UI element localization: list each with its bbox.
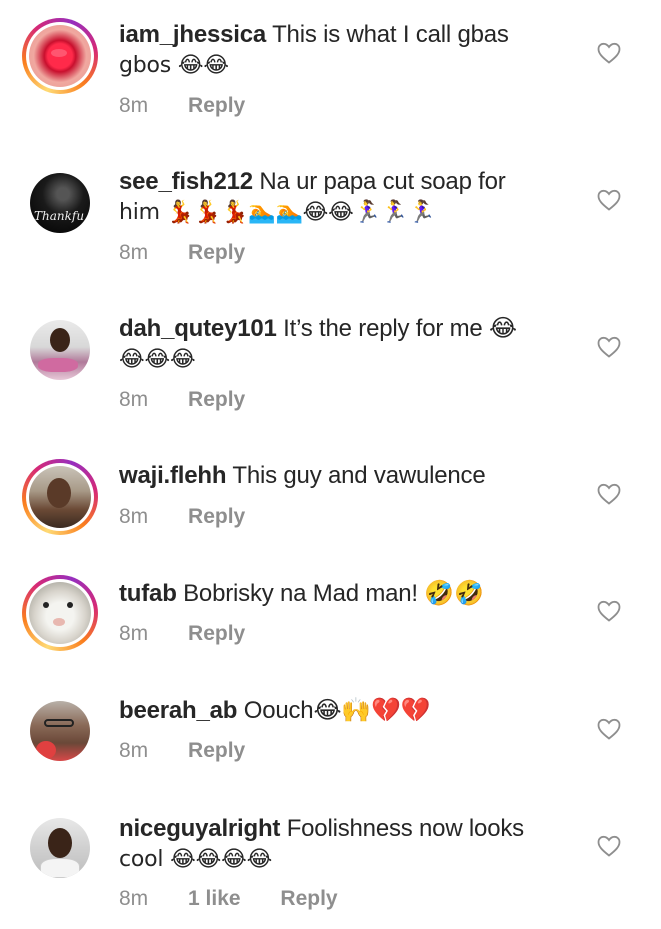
comment-body-line: This is what I call gbas (272, 21, 509, 48)
comment-body-line: It’s the reply for me 😂 (283, 315, 517, 342)
comment-meta: 8m Reply (119, 739, 279, 763)
comment-username[interactable]: see_fish212 (119, 168, 253, 195)
avatar[interactable] (22, 810, 98, 886)
comment-time: 8m (119, 622, 149, 645)
comment-time: 8m (119, 505, 149, 528)
reply-button[interactable]: Reply (188, 622, 245, 645)
comment-text: niceguyalright Foolishness now looks coo… (119, 814, 559, 875)
comment-meta: 8m Reply (119, 241, 279, 265)
comment-body-line: cool 😂😂😂😂 (119, 847, 273, 872)
avatar[interactable] (22, 18, 98, 94)
comment-body-line: Na ur papa cut soap for (259, 168, 506, 195)
heart-outline-icon[interactable] (597, 189, 621, 211)
reply-button[interactable]: Reply (280, 887, 337, 910)
reply-button[interactable]: Reply (188, 739, 245, 762)
avatar[interactable] (22, 459, 98, 535)
heart-outline-icon[interactable] (597, 336, 621, 358)
heart-outline-icon[interactable] (597, 42, 621, 64)
comment-username[interactable]: tufab (119, 580, 177, 607)
comment-time: 8m (119, 887, 149, 910)
comment-body-line: 😂😂😂 (119, 347, 196, 372)
reply-button[interactable]: Reply (188, 505, 245, 528)
comment-text: beerah_ab Oouch😂🙌💔💔 (119, 696, 559, 726)
comment-username[interactable]: iam_jhessica (119, 21, 266, 48)
reply-button[interactable]: Reply (188, 241, 245, 264)
comment-time: 8m (119, 739, 149, 762)
avatar[interactable] (22, 312, 98, 388)
avatar[interactable]: Thankfu (22, 165, 98, 241)
avatar[interactable] (22, 693, 98, 769)
comment-meta: 8m Reply (119, 622, 279, 646)
comment-time: 8m (119, 94, 149, 117)
comment-meta: 8m 1 like Reply (119, 887, 372, 911)
likes-count-link[interactable]: 1 like (188, 887, 241, 910)
comment-meta: 8m Reply (119, 505, 279, 529)
avatar[interactable] (22, 575, 98, 651)
heart-outline-icon[interactable] (597, 600, 621, 622)
avatar-script-text: Thankfu (34, 209, 85, 223)
comment-username[interactable]: niceguyalright (119, 815, 280, 842)
comment-username[interactable]: dah_qutey101 (119, 315, 277, 342)
comment-body-line: Bobrisky na Mad man! 🤣🤣 (183, 580, 484, 607)
comment-body-line: This guy and vawulence (232, 462, 486, 489)
comment-text: see_fish212 Na ur papa cut soap for him … (119, 167, 559, 228)
comment-username[interactable]: beerah_ab (119, 697, 237, 724)
heart-outline-icon[interactable] (597, 718, 621, 740)
comment-body-line: gbos 😂😂 (119, 53, 229, 78)
comment-username[interactable]: waji.flehh (119, 462, 227, 489)
comment-text: iam_jhessica This is what I call gbas gb… (119, 20, 559, 81)
comment-time: 8m (119, 388, 149, 411)
comment-body-line: Foolishness now looks (286, 815, 524, 842)
comment-text: dah_qutey101 It’s the reply for me 😂 😂😂😂 (119, 314, 559, 375)
reply-button[interactable]: Reply (188, 388, 245, 411)
comment-meta: 8m Reply (119, 388, 279, 412)
heart-outline-icon[interactable] (597, 483, 621, 505)
comment-meta: 8m Reply (119, 94, 279, 118)
reply-button[interactable]: Reply (188, 94, 245, 117)
comment-text: tufab Bobrisky na Mad man! 🤣🤣 (119, 579, 559, 609)
comment-text: waji.flehh This guy and vawulence (119, 461, 559, 491)
comment-time: 8m (119, 241, 149, 264)
comment-body-line: him 💃💃💃🏊🏊😂😂🏃‍♀️🏃‍♀️🏃‍♀️ (119, 200, 436, 225)
comment-body-line: Oouch😂🙌💔💔 (243, 697, 431, 724)
heart-outline-icon[interactable] (597, 835, 621, 857)
